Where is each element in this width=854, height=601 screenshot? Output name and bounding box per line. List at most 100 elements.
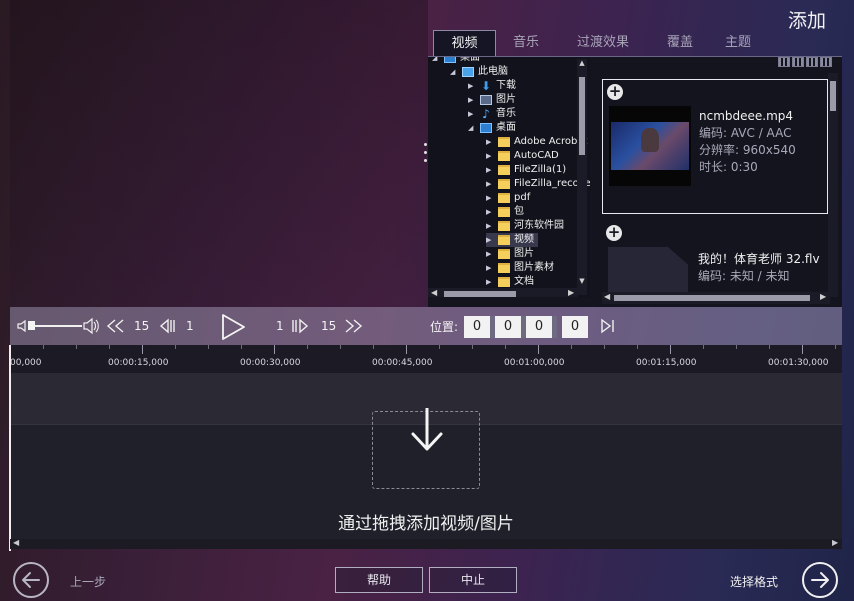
add-plus-icon[interactable]: +: [607, 84, 623, 100]
go-to-end-icon[interactable]: [599, 318, 617, 334]
drop-zone[interactable]: [372, 408, 480, 489]
expand-arrow-icon[interactable]: ▶: [486, 205, 494, 219]
tab-theme[interactable]: 主题: [710, 30, 766, 56]
expand-arrow-icon[interactable]: ◢: [450, 65, 458, 79]
tree-item-label: 此电脑: [478, 66, 508, 77]
large-grid-view-icon[interactable]: [806, 57, 818, 67]
stop-button[interactable]: 中止: [429, 567, 517, 593]
media-vertical-scrollbar[interactable]: [828, 73, 838, 297]
tree-item[interactable]: ◢ 桌面: [468, 121, 516, 135]
scroll-left-icon[interactable]: ◀: [13, 538, 19, 547]
rewind-15-icon[interactable]: [106, 318, 126, 334]
scroll-thumb[interactable]: [579, 77, 585, 155]
tree-vertical-scrollbar[interactable]: ▲ ▼: [577, 59, 587, 295]
expand-arrow-icon[interactable]: ◢: [468, 121, 476, 135]
expand-arrow-icon[interactable]: ▶: [486, 191, 494, 205]
playhead[interactable]: [9, 345, 11, 551]
expand-arrow-icon[interactable]: ▶: [486, 163, 494, 177]
expand-arrow-icon[interactable]: ▶: [486, 135, 494, 149]
list-view-icon[interactable]: [778, 57, 790, 67]
tab-overlay[interactable]: 覆盖: [650, 30, 710, 56]
folder-icon: [498, 165, 510, 175]
tree-item[interactable]: ▶ 图片: [468, 93, 516, 107]
tree-item[interactable]: ▶ pdf: [486, 191, 530, 205]
tree-item[interactable]: ▶ 河东软件园: [486, 219, 564, 233]
tree-item-label: 图片: [514, 248, 534, 259]
tree-item[interactable]: ▶ 图片: [486, 247, 534, 261]
play-icon[interactable]: [218, 312, 248, 342]
tree-item[interactable]: ▶FileZilla_recovery: [486, 177, 590, 191]
scroll-thumb[interactable]: [830, 81, 836, 111]
media-resolution: 分辨率: 960x540: [699, 143, 796, 157]
tree-item-label: 桌面: [496, 122, 516, 133]
tree-item[interactable]: ▶ 包: [486, 205, 524, 219]
position-hours-input[interactable]: 0: [464, 316, 490, 338]
tree-item[interactable]: ▶ ♪ 音乐: [468, 107, 516, 121]
tick-label: 00,000: [10, 358, 42, 368]
tree-item-selected[interactable]: ▶ 视频: [486, 233, 538, 247]
position-frames-input[interactable]: 0: [562, 316, 588, 338]
expand-arrow-icon[interactable]: ▶: [486, 275, 494, 289]
expand-arrow-icon[interactable]: ▶: [468, 107, 476, 121]
expand-arrow-icon[interactable]: ▶: [486, 219, 494, 233]
tree-item[interactable]: ▶ FileZilla(1): [486, 163, 566, 177]
forward-15-label: 15: [321, 319, 337, 333]
tick-label: 00:00:15,000: [108, 358, 169, 368]
expand-arrow-icon[interactable]: ▶: [486, 261, 494, 275]
forward-15-icon[interactable]: [343, 318, 363, 334]
timeline-track[interactable]: 通过拖拽添加视频/图片: [10, 373, 842, 539]
scroll-left-icon[interactable]: ◀: [604, 292, 610, 301]
small-grid-view-icon[interactable]: [792, 57, 804, 67]
media-card-selected[interactable]: + ncmbdeee.mp4 编码: AVC / AAC 分辨率: 960x54…: [602, 79, 828, 214]
help-button[interactable]: 帮助: [335, 567, 423, 593]
step-back-1-icon[interactable]: [158, 318, 178, 334]
tab-video[interactable]: 视频: [433, 30, 496, 56]
next-button[interactable]: [802, 562, 838, 598]
tab-transitions[interactable]: 过渡效果: [556, 30, 650, 56]
media-horizontal-scrollbar[interactable]: ◀ ▶: [428, 292, 842, 304]
library-body: ◢ 桌面 ◢ 此电脑 ▶ ⬇ 下载 ▶ 图片 ▶ ♪ 音乐 ◢ 桌面 ▶ Adobe Acroba…: [428, 56, 842, 307]
expand-arrow-icon[interactable]: ◢: [432, 57, 440, 65]
step-forward-1-icon[interactable]: [290, 318, 310, 334]
scroll-up-icon[interactable]: ▲: [577, 59, 587, 67]
tree-item[interactable]: ▶ AutoCAD: [486, 149, 559, 163]
detail-view-icon[interactable]: [820, 57, 832, 67]
tree-item[interactable]: ◢ 桌面: [432, 57, 480, 65]
folder-icon: [498, 151, 510, 161]
next-label[interactable]: 选择格式: [730, 573, 778, 590]
tree-item[interactable]: ▶ 图片素材: [486, 261, 554, 275]
expand-arrow-icon[interactable]: ▶: [486, 247, 494, 261]
expand-arrow-icon[interactable]: ▶: [468, 79, 476, 93]
playback-toolbar: 15 1 1 15 位置: 0 0 0 0: [10, 307, 842, 345]
timeline-horizontal-scrollbar[interactable]: ◀ ▶: [10, 538, 842, 549]
folder-icon: [498, 179, 510, 189]
timeline-ruler[interactable]: 00,000 00:00:15,000 00:00:30,000 00:00:4…: [10, 345, 842, 373]
tree-item[interactable]: ▶ Adobe Acrobat: [486, 135, 587, 149]
back-button[interactable]: [13, 562, 49, 598]
media-card[interactable]: + 我的！体育老师 32.flv 编码: 未知 / 未知: [602, 221, 828, 299]
volume-slider-knob[interactable]: [28, 321, 35, 330]
tab-music[interactable]: 音乐: [496, 30, 556, 56]
scroll-right-icon[interactable]: ▶: [820, 292, 826, 301]
tree-item[interactable]: ◢ 此电脑: [450, 65, 508, 79]
music-note-icon: ♪: [482, 107, 490, 121]
expand-arrow-icon[interactable]: ▶: [486, 149, 494, 163]
tree-item-label: AutoCAD: [514, 150, 559, 161]
position-seconds-input[interactable]: 0: [526, 316, 552, 338]
volume-slider[interactable]: [32, 325, 82, 327]
expand-arrow-icon[interactable]: ▶: [486, 177, 494, 191]
scroll-down-icon[interactable]: ▼: [577, 277, 587, 285]
position-minutes-input[interactable]: 0: [495, 316, 521, 338]
tree-item[interactable]: ▶ ⬇ 下载: [468, 79, 516, 93]
expand-arrow-icon[interactable]: ▶: [468, 93, 476, 107]
scroll-thumb[interactable]: [614, 295, 810, 301]
tree-item[interactable]: ▶ 文档: [486, 275, 534, 289]
tree-item-label: 图片素材: [514, 262, 554, 273]
volume-high-icon[interactable]: [82, 317, 100, 335]
back-label[interactable]: 上一步: [70, 573, 106, 590]
add-plus-icon[interactable]: +: [606, 225, 622, 241]
desktop-icon: [480, 123, 492, 133]
expand-arrow-icon[interactable]: ▶: [486, 233, 494, 247]
scroll-right-icon[interactable]: ▶: [832, 538, 838, 547]
position-label: 位置:: [430, 319, 459, 334]
